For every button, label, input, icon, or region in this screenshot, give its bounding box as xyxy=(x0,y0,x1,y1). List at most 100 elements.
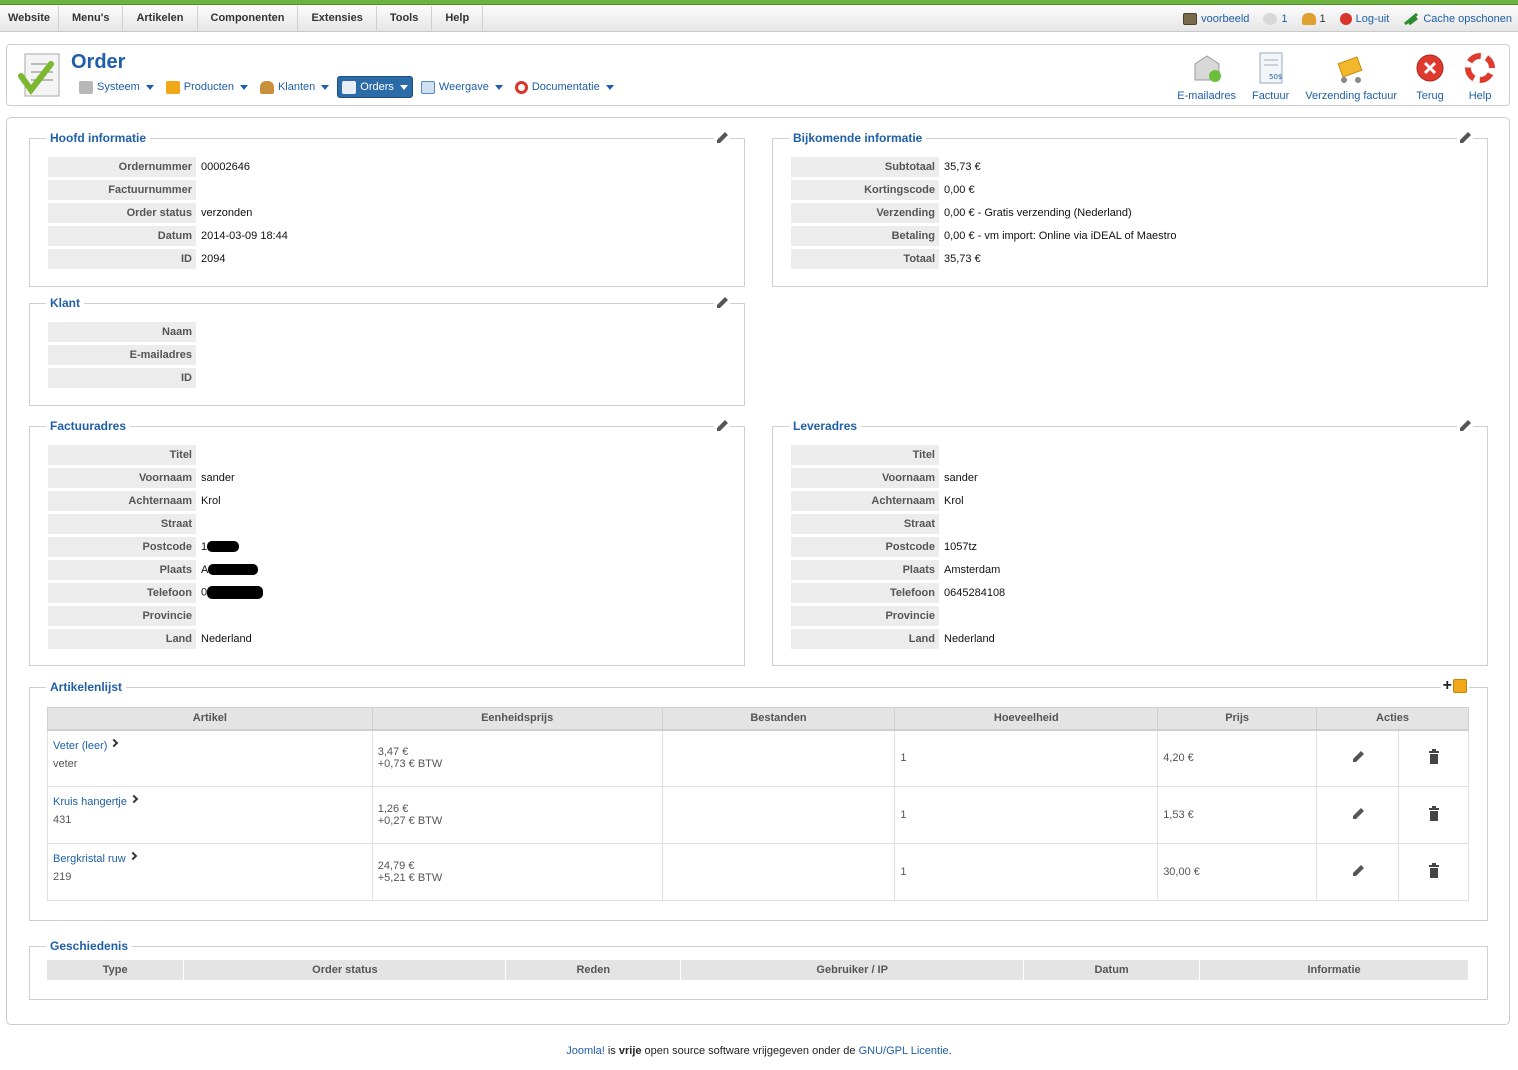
submenu-products[interactable]: Producten xyxy=(162,76,252,98)
field-label: Straat xyxy=(48,513,196,534)
field-label: Postcode xyxy=(48,536,196,557)
license-link[interactable]: GNU/GPL Licentie xyxy=(859,1045,949,1057)
edit-main-info-icon[interactable] xyxy=(714,130,730,146)
redaction-mark xyxy=(207,586,264,599)
trash-icon[interactable] xyxy=(1427,862,1441,879)
shipping-invoice-button[interactable]: Verzending factuur xyxy=(1297,51,1405,102)
field-label: ID xyxy=(48,367,196,388)
clear-cache-link[interactable]: Cache opschonen xyxy=(1403,12,1512,26)
info-row: Postcode 1 xyxy=(48,535,263,558)
files-cell xyxy=(661,729,896,787)
field-label: Titel xyxy=(48,444,196,465)
submenu-system[interactable]: Systeem xyxy=(75,76,158,98)
menu-website[interactable]: Website xyxy=(0,6,59,32)
edit-billing-icon[interactable] xyxy=(714,418,730,434)
field-label: Ordernummer xyxy=(48,156,196,177)
product-link[interactable]: Kruis hangertje xyxy=(53,796,127,808)
unit-price-cell: 3,47 € +0,73 € BTW xyxy=(371,729,663,787)
article-cell: Bergkristal ruw 219 xyxy=(47,843,373,901)
pencil-icon[interactable] xyxy=(1350,863,1366,879)
info-row: Land Nederland xyxy=(48,627,263,650)
chevron-down-icon xyxy=(605,84,614,90)
menu-components[interactable]: Componenten xyxy=(198,6,299,32)
submenu-system-label: Systeem xyxy=(97,81,140,93)
help-button[interactable]: Help xyxy=(1455,51,1505,102)
view-site-label: voorbeeld xyxy=(1201,13,1250,25)
edit-extra-info-icon[interactable] xyxy=(1457,130,1473,146)
main-menu: Website Menu's Artikelen Componenten Ext… xyxy=(0,6,484,32)
users-icon xyxy=(1301,13,1316,25)
menu-menus[interactable]: Menu's xyxy=(59,6,124,32)
main-info-box: Hoofd informatie Ordernummer 00002646 Fac… xyxy=(29,130,745,287)
footer-dot: . xyxy=(948,1045,952,1057)
joomla-link[interactable]: Joomla! xyxy=(566,1045,605,1057)
menu-articles[interactable]: Artikelen xyxy=(123,6,198,32)
field-label: Plaats xyxy=(48,559,196,580)
article-cell: Kruis hangertje 431 xyxy=(47,786,373,844)
col-unit-price: Eenheidsprijs xyxy=(371,707,663,731)
price-cell: 4,20 € xyxy=(1157,729,1318,787)
field-value: 35,73 € xyxy=(944,252,981,265)
view-site-link[interactable]: voorbeeld xyxy=(1183,13,1249,25)
edit-customer-icon[interactable] xyxy=(714,295,730,311)
info-row: Datum 2014-03-09 18:44 xyxy=(48,224,288,247)
unit-price: 3,47 € xyxy=(377,746,409,759)
users-link[interactable]: 1 xyxy=(1301,13,1326,25)
history-table: Type Order status Reden Gebruiker / IP D… xyxy=(47,960,1469,980)
shipping-address-title: Leveradres xyxy=(789,419,862,433)
submenu-orders[interactable]: Orders xyxy=(337,76,413,98)
field-value: Nederland xyxy=(944,632,995,645)
messages-count: 1 xyxy=(1281,13,1288,25)
help-icon xyxy=(1463,51,1497,85)
menu-help[interactable]: Help xyxy=(432,6,484,32)
info-row: Postcode 1057tz xyxy=(791,535,1005,558)
svg-text:50$: 50$ xyxy=(1269,73,1282,81)
logout-link[interactable]: Log-uit xyxy=(1339,13,1389,25)
menu-extensions[interactable]: Extensies xyxy=(298,6,377,32)
admin-menubar: Website Menu's Artikelen Componenten Ext… xyxy=(0,6,1518,32)
chevron-right-icon[interactable] xyxy=(129,794,139,804)
component-header: Order Systeem Producten Klanten Orders W… xyxy=(6,44,1510,106)
status-bar: voorbeeld 1 1 Log-uit Cache opschonen xyxy=(1183,6,1512,32)
info-row: Kortingscode 0,00 € xyxy=(791,178,1177,201)
clear-cache-label: Cache opschonen xyxy=(1423,13,1512,25)
pencil-icon[interactable] xyxy=(1350,749,1366,765)
plus-icon: + xyxy=(1442,677,1452,694)
field-value: 2094 xyxy=(201,252,226,265)
email-button[interactable]: E-mailadres xyxy=(1169,51,1244,102)
submenu-docs-label: Documentatie xyxy=(531,81,600,93)
delete-row-cell xyxy=(1398,786,1469,844)
field-value-redacted: A xyxy=(196,564,259,576)
messages-link[interactable]: 1 xyxy=(1263,13,1288,25)
submenu-docs[interactable]: Documentatie xyxy=(511,76,618,98)
info-row: Telefoon 0645284108 xyxy=(791,581,1005,604)
view-icon xyxy=(420,80,435,94)
files-cell xyxy=(661,786,896,844)
pencil-icon[interactable] xyxy=(1350,806,1366,822)
product-link[interactable]: Veter (leer) xyxy=(53,740,107,752)
trash-icon[interactable] xyxy=(1427,805,1441,822)
field-value-redacted: 1 xyxy=(196,541,240,553)
menu-tools[interactable]: Tools xyxy=(377,6,433,32)
billing-address-title: Factuuradres xyxy=(46,419,131,433)
info-row: Titel xyxy=(791,443,1005,466)
customers-icon xyxy=(259,80,274,94)
trash-icon[interactable] xyxy=(1427,748,1441,765)
edit-shipping-icon[interactable] xyxy=(1457,418,1473,434)
invoice-button[interactable]: 50$ Factuur xyxy=(1244,51,1297,102)
add-article-button[interactable]: + xyxy=(1440,677,1469,694)
submenu-customers[interactable]: Klanten xyxy=(256,76,333,98)
tax-amount: +5,21 € BTW xyxy=(377,872,443,884)
field-label: Verzending xyxy=(791,202,939,223)
invoice-icon: 50$ xyxy=(1254,51,1288,85)
article-table-header: Artikel Eenheidsprijs Bestanden Hoeveelh… xyxy=(47,707,1469,731)
info-row: Achternaam Krol xyxy=(48,489,263,512)
chevron-right-icon[interactable] xyxy=(128,851,137,861)
chevron-right-icon[interactable] xyxy=(110,738,119,747)
back-button[interactable]: Terug xyxy=(1405,51,1455,102)
info-row: Order status verzonden xyxy=(48,201,288,224)
submenu-view[interactable]: Weergave xyxy=(417,76,507,98)
field-value-redacted: 0 xyxy=(196,586,264,599)
product-link[interactable]: Bergkristal ruw xyxy=(53,853,126,865)
order-detail-panel: Hoofd informatie Ordernummer 00002646 Fac… xyxy=(6,117,1510,1025)
